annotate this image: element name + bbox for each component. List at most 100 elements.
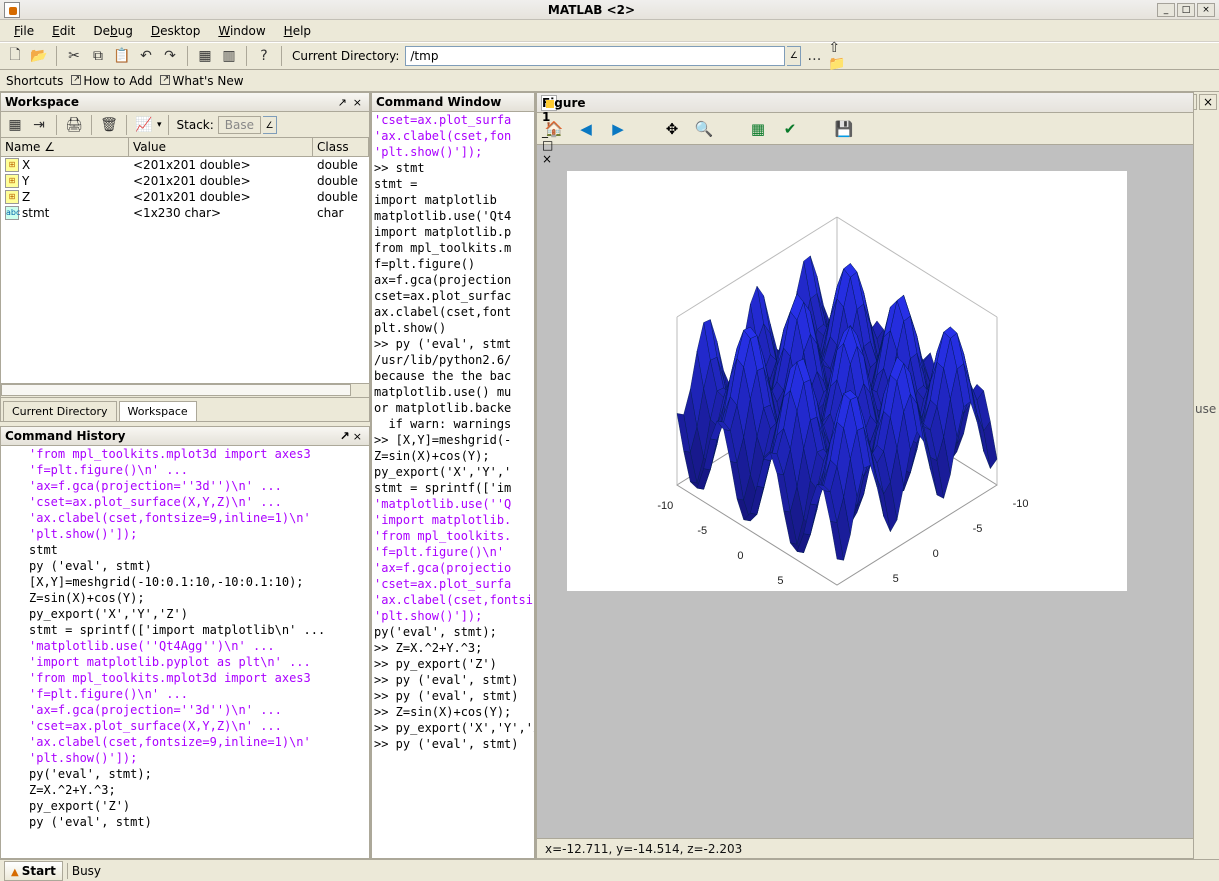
workspace-hscroll[interactable] — [1, 383, 369, 397]
history-line[interactable]: 'ax.clabel(cset,fontsize=9,inline=1)\n' — [1, 510, 369, 526]
close-button[interactable]: × — [1197, 3, 1215, 17]
history-line[interactable]: 'ax=f.gca(projection=''3d'')\n' ... — [1, 702, 369, 718]
history-line[interactable]: Z=sin(X)+cos(Y); — [1, 590, 369, 606]
pan-icon[interactable]: ✥ — [661, 118, 683, 140]
up-folder-icon[interactable]: ⇧📁 — [827, 45, 849, 67]
command-history-list[interactable]: 'from mpl_toolkits.mplot3d import axes3'… — [0, 446, 370, 859]
curdir-input[interactable] — [405, 46, 785, 66]
ok-icon[interactable]: ✔ — [779, 118, 801, 140]
delete-var-icon[interactable]: 🗑 — [98, 114, 120, 136]
shortcuts-label: Shortcuts — [6, 74, 63, 88]
fig-minimize-button[interactable]: _ — [542, 124, 556, 138]
history-line[interactable]: py_export('Z') — [1, 798, 369, 814]
history-line[interactable]: 'plt.show()']); — [1, 750, 369, 766]
undo-icon[interactable]: ↶ — [135, 45, 157, 67]
stack-dropdown-icon[interactable]: ∠ — [263, 116, 277, 134]
redo-icon[interactable]: ↷ — [159, 45, 181, 67]
history-line[interactable]: Z=X.^2+Y.^3; — [1, 782, 369, 798]
command-window[interactable]: 'cset=ax.plot_surfa'ax.clabel(cset,fon'p… — [371, 112, 535, 859]
minimize-button[interactable]: _ — [1157, 3, 1175, 17]
browse-folder-icon[interactable]: … — [803, 45, 825, 67]
col-value[interactable]: Value — [129, 138, 313, 156]
table-row[interactable]: ⊞Z<201x201 double>double — [1, 189, 369, 205]
menu-edit[interactable]: Edit — [44, 22, 83, 40]
simulink-icon[interactable]: ▦ — [194, 45, 216, 67]
new-var-icon[interactable]: ▦ — [4, 114, 26, 136]
print-icon[interactable]: 🖨 — [63, 114, 85, 136]
history-line[interactable]: 'cset=ax.plot_surface(X,Y,Z)\n' ... — [1, 494, 369, 510]
history-line[interactable]: 'plt.show()']); — [1, 526, 369, 542]
svg-text:-10: -10 — [657, 500, 673, 512]
undock-icon[interactable]: ↗ — [340, 429, 350, 443]
status-state: Busy — [72, 864, 101, 878]
history-line[interactable]: stmt = sprintf(['import matplotlib\n' ..… — [1, 622, 369, 638]
shortcut-whatsnew[interactable]: What's New — [160, 74, 243, 88]
new-file-icon[interactable]: 🗋 — [4, 45, 26, 67]
open-file-icon[interactable]: 📂 — [28, 45, 50, 67]
plot-area[interactable]: -1.5-1.0-0.50.00.51.01.5-10-50510-10-505… — [567, 171, 1127, 591]
cmd-line: 'from mpl_toolkits. — [372, 528, 534, 544]
figure-canvas[interactable]: -1.5-1.0-0.50.00.51.01.5-10-50510-10-505… — [537, 145, 1193, 838]
cmd-line: because the the bac — [372, 368, 534, 384]
curdir-dropdown-icon[interactable]: ∠ — [787, 46, 801, 66]
menu-desktop[interactable]: Desktop — [143, 22, 209, 40]
table-row[interactable]: abcstmt<1x230 char>char — [1, 205, 369, 221]
history-line[interactable]: 'from mpl_toolkits.mplot3d import axes3 — [1, 446, 369, 462]
table-row[interactable]: ⊞X<201x201 double>double — [1, 157, 369, 173]
cmd-line: matplotlib.use('Qt4 — [372, 208, 534, 224]
subplot-icon[interactable]: ▦ — [747, 118, 769, 140]
tab-current-directory[interactable]: Current Directory — [3, 401, 117, 421]
cmd-line: 'cset=ax.plot_surfa — [372, 576, 534, 592]
dropdown-icon[interactable]: ▾ — [157, 120, 162, 130]
cmd-line: 'ax.clabel(cset,fontsize=9,inline=1)\n' … — [372, 592, 534, 608]
col-class[interactable]: Class — [313, 138, 369, 156]
guide-icon[interactable]: ▥ — [218, 45, 240, 67]
panel-close-icon[interactable]: × — [350, 96, 365, 109]
history-line[interactable]: py ('eval', stmt) — [1, 558, 369, 574]
history-line[interactable]: 'matplotlib.use(''Qt4Agg'')\n' ... — [1, 638, 369, 654]
tab-workspace[interactable]: Workspace — [119, 401, 197, 421]
history-line[interactable]: py_export('X','Y','Z') — [1, 606, 369, 622]
history-line[interactable]: 'f=plt.figure()\n' ... — [1, 686, 369, 702]
hidden-overflow-text: use — [1195, 402, 1219, 416]
save-icon[interactable]: 💾 — [833, 118, 855, 140]
paste-icon[interactable]: 📋 — [111, 45, 133, 67]
history-line[interactable]: [X,Y]=meshgrid(-10:0.1:10,-10:0.1:10); — [1, 574, 369, 590]
maximize-button[interactable]: □ — [1177, 3, 1195, 17]
zoom-icon[interactable]: 🔍 — [693, 118, 715, 140]
help-icon[interactable]: ? — [253, 45, 275, 67]
history-line[interactable]: 'ax.clabel(cset,fontsize=9,inline=1)\n' — [1, 734, 369, 750]
menu-debug[interactable]: Debug — [85, 22, 140, 40]
cmd-line: 'f=plt.figure()\n' — [372, 544, 534, 560]
history-line[interactable]: 'import matplotlib.pyplot as plt\n' ... — [1, 654, 369, 670]
history-line[interactable]: py('eval', stmt); — [1, 766, 369, 782]
history-line[interactable]: stmt — [1, 542, 369, 558]
menu-window[interactable]: Window — [210, 22, 273, 40]
stack-select[interactable]: Base — [218, 116, 261, 134]
plot-icon[interactable]: 📈 — [133, 114, 155, 136]
app-statusbar: Start Busy — [0, 859, 1219, 881]
copy-icon[interactable]: ⧉ — [87, 45, 109, 67]
cut-icon[interactable]: ✂ — [63, 45, 85, 67]
back-icon[interactable]: ◀ — [575, 118, 597, 140]
menu-help[interactable]: Help — [276, 22, 319, 40]
shortcut-howto[interactable]: How to Add — [71, 74, 152, 88]
start-button[interactable]: Start — [4, 861, 63, 881]
forward-icon[interactable]: ▶ — [607, 118, 629, 140]
history-line[interactable]: 'from mpl_toolkits.mplot3d import axes3 — [1, 670, 369, 686]
undock-icon[interactable]: ↗ — [335, 96, 350, 109]
import-icon[interactable]: ⇥ — [28, 114, 50, 136]
menu-file[interactable]: File — [6, 22, 42, 40]
panel-close-icon[interactable]: × — [350, 430, 365, 443]
history-line[interactable]: 'f=plt.figure()\n' ... — [1, 462, 369, 478]
separator — [281, 46, 282, 66]
fig-maximize-button[interactable]: □ — [542, 138, 556, 152]
cmd-line: 'cset=ax.plot_surfa — [372, 112, 534, 128]
col-name[interactable]: Name ∠ — [1, 138, 129, 156]
history-line[interactable]: 'cset=ax.plot_surface(X,Y,Z)\n' ... — [1, 718, 369, 734]
history-line[interactable]: py ('eval', stmt) — [1, 814, 369, 830]
table-row[interactable]: ⊞Y<201x201 double>double — [1, 173, 369, 189]
figure-close-icon[interactable]: × — [1199, 94, 1217, 110]
fig-close-button[interactable]: × — [542, 152, 556, 166]
history-line[interactable]: 'ax=f.gca(projection=''3d'')\n' ... — [1, 478, 369, 494]
